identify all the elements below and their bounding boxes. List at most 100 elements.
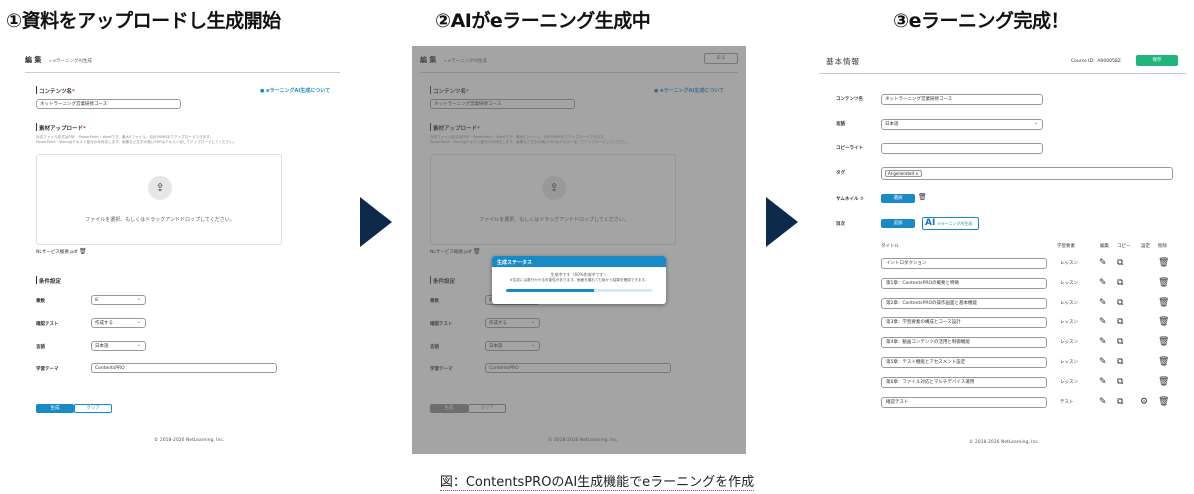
trash-icon[interactable]: 🗑 bbox=[1158, 397, 1169, 408]
copy-icon[interactable]: ⧉ bbox=[1117, 337, 1123, 348]
section-marker bbox=[36, 123, 37, 131]
upload-icon: ⇪ bbox=[148, 176, 172, 200]
edit-icon[interactable]: ✎ bbox=[1099, 337, 1107, 348]
trash-icon[interactable]: 🗑 bbox=[1158, 377, 1169, 388]
col-title-header: タイトル bbox=[881, 244, 899, 249]
row-type: レッスン bbox=[1060, 300, 1078, 306]
toc-label: 目次 bbox=[836, 222, 845, 227]
row-title-input[interactable]: イントロダクション bbox=[881, 258, 1047, 269]
conditions-label: 条件設定 bbox=[39, 279, 62, 285]
chevron-down-icon: ⌄ bbox=[136, 296, 141, 302]
content-name-input[interactable]: ネットラーニング営業研修コース bbox=[881, 94, 1043, 105]
step2-title: ②AIがeラーニング生成中 bbox=[435, 10, 651, 32]
edit-icon[interactable]: ✎ bbox=[1099, 377, 1107, 388]
row-title-input[interactable]: 第5章：テスト機能とアセスメント設定 bbox=[881, 357, 1047, 368]
trash-icon[interactable]: 🗑 bbox=[918, 193, 927, 201]
copy-icon[interactable]: ⧉ bbox=[1117, 357, 1123, 368]
trash-icon[interactable]: 🗑 bbox=[79, 248, 87, 255]
generation-status-modal: 生成ステータス 生成中です（60%作成中です） ※生成には数分かかる可能性があり… bbox=[492, 256, 666, 304]
language-select[interactable]: 日本語⌄ bbox=[91, 341, 146, 351]
add-button[interactable]: 追加 bbox=[881, 219, 915, 228]
copy-icon[interactable]: ⧉ bbox=[1117, 397, 1123, 408]
row-title-input[interactable]: 確認テスト bbox=[881, 396, 1047, 408]
copy-icon[interactable]: ⧉ bbox=[1117, 377, 1123, 388]
copy-icon[interactable]: ⧉ bbox=[1117, 278, 1123, 289]
edit-icon[interactable]: ✎ bbox=[1099, 278, 1107, 289]
divider bbox=[819, 73, 1186, 74]
row-title-input[interactable]: 第2章：ContentsPROの操作画面と基本機能 bbox=[881, 297, 1047, 309]
table-row: 第4章：動画コンテンツの活用と制御機能 レッスン ✎ ⧉ 🗑 bbox=[881, 337, 1181, 351]
col-edit-header: 編集 bbox=[1100, 244, 1109, 249]
modal-overlay bbox=[412, 46, 746, 454]
save-button[interactable]: 保存 bbox=[1136, 55, 1178, 66]
copy-icon[interactable]: ⧉ bbox=[1117, 298, 1123, 309]
file-dropzone[interactable]: ⇪ ファイルを選択、もしくはドラッグアンドドロップしてください。 bbox=[36, 154, 282, 245]
language-label: 言語 bbox=[36, 345, 45, 350]
row-title-input[interactable]: 第4章：動画コンテンツの活用と制御機能 bbox=[881, 337, 1047, 349]
edit-icon[interactable]: ✎ bbox=[1099, 397, 1107, 408]
table-row: イントロダクション レッスン ✎ ⧉ 🗑 bbox=[881, 258, 1181, 272]
table-row: 第1章：ContentsPROの概要と特徴 レッスン ✎ ⧉ 🗑 bbox=[881, 277, 1181, 292]
copy-icon[interactable]: ⧉ bbox=[1117, 317, 1123, 328]
progress-bar bbox=[506, 289, 652, 292]
toc-list: イントロダクション レッスン ✎ ⧉ 🗑 第1章：ContentsPROの概要と特徴 レッス… bbox=[881, 258, 1181, 418]
panel-generating: 編 集 » eラーニングAI生成 戻る コンテンツ名* ● eラーニングAI生成… bbox=[412, 46, 746, 454]
row-type: レッスン bbox=[1060, 280, 1078, 286]
breadcrumb: » eラーニングAI生成 bbox=[49, 59, 92, 64]
page-title: 編 集 bbox=[25, 56, 42, 64]
content-name-input[interactable]: ネットラーニング営業研修コース bbox=[36, 99, 181, 109]
table-row: 確認テスト テスト ✎ ⧉ ⚙ 🗑 bbox=[881, 396, 1181, 411]
edit-icon[interactable]: ✎ bbox=[1099, 317, 1107, 328]
chapters-label: 章数 bbox=[36, 299, 45, 304]
trash-icon[interactable]: 🗑 bbox=[1158, 258, 1169, 269]
row-title-input[interactable]: 第3章：学習要素の構成とコース設計 bbox=[881, 317, 1047, 329]
edit-icon[interactable]: ✎ bbox=[1099, 357, 1107, 368]
tag-chip[interactable]: AI-generated × bbox=[885, 170, 922, 177]
thumbnail-select-button[interactable]: 選択 bbox=[881, 194, 915, 203]
row-type: レッスン bbox=[1060, 360, 1078, 365]
col-delete-header: 削除 bbox=[1158, 244, 1167, 249]
trash-icon[interactable]: 🗑 bbox=[1158, 298, 1169, 309]
row-type: テスト bbox=[1060, 399, 1074, 405]
test-select[interactable]: 作成する⌄ bbox=[91, 318, 146, 328]
col-settings-header: 設定 bbox=[1141, 244, 1150, 249]
language-label: 言語 bbox=[836, 122, 845, 127]
trash-icon[interactable]: 🗑 bbox=[1158, 337, 1169, 348]
theme-input[interactable]: ContentsPRO bbox=[91, 363, 277, 373]
course-id: Course ID：A000058Z bbox=[1071, 59, 1121, 64]
copy-icon[interactable]: ⧉ bbox=[1117, 258, 1123, 269]
trash-icon[interactable]: 🗑 bbox=[1158, 317, 1169, 328]
ai-generate-button[interactable]: AI eラーニングAI生成 bbox=[922, 217, 979, 230]
uploaded-file: NLサービス概要.pdf 🗑 bbox=[36, 248, 87, 255]
test-label: 確認テスト bbox=[36, 322, 59, 327]
gear-icon[interactable]: ⚙ bbox=[1140, 397, 1148, 408]
content-name-label: コンテンツ名 bbox=[836, 97, 863, 102]
tag-input[interactable]: AI-generated × bbox=[881, 167, 1173, 180]
thumbnail-label: サムネイル ⑦ bbox=[836, 197, 864, 202]
status-note: ※生成には数分かかる可能性があります。画面を離れても後から結果を確認できます。 bbox=[509, 278, 649, 282]
row-title-input[interactable]: 第1章：ContentsPROの概要と特徴 bbox=[881, 277, 1047, 289]
col-type-header: 学習要素 bbox=[1057, 244, 1075, 249]
clear-button[interactable]: クリア bbox=[74, 404, 112, 413]
info-icon: ● bbox=[260, 88, 265, 94]
generate-button[interactable]: 生成 bbox=[36, 404, 74, 413]
table-row: 第5章：テスト機能とアセスメント設定 レッスン ✎ ⧉ 🗑 bbox=[881, 357, 1181, 371]
ai-logo-icon: AI bbox=[925, 218, 936, 228]
upload-label: 素材アップロード* bbox=[39, 126, 86, 132]
panel-upload: 編 集 » eラーニングAI生成 コンテンツ名* ● eラーニングAI生成につい… bbox=[16, 46, 346, 454]
modal-title: 生成ステータス bbox=[492, 256, 666, 267]
chapters-select[interactable]: 8⌄ bbox=[91, 295, 146, 305]
copyright-input[interactable] bbox=[881, 143, 1043, 154]
trash-icon[interactable]: 🗑 bbox=[1158, 357, 1169, 368]
edit-icon[interactable]: ✎ bbox=[1099, 258, 1107, 269]
row-type: レッスン bbox=[1060, 261, 1078, 266]
table-row: 第3章：学習要素の構成とコース設計 レッスン ✎ ⧉ 🗑 bbox=[881, 317, 1181, 331]
row-title-input[interactable]: 第6章：ファイル対応とマルチデバイス運用 bbox=[881, 376, 1047, 388]
row-type: レッスン bbox=[1060, 379, 1078, 385]
trash-icon[interactable]: 🗑 bbox=[1158, 278, 1169, 289]
edit-icon[interactable]: ✎ bbox=[1099, 298, 1107, 309]
panel-complete: 基本情報 Course ID：A000058Z 保存 コンテンツ名 ネットラーニ… bbox=[819, 46, 1189, 454]
chevron-down-icon: ⌄ bbox=[1033, 120, 1038, 126]
about-ai-link[interactable]: ● eラーニングAI生成について bbox=[260, 87, 330, 94]
language-select[interactable]: 日本語⌄ bbox=[881, 119, 1043, 130]
